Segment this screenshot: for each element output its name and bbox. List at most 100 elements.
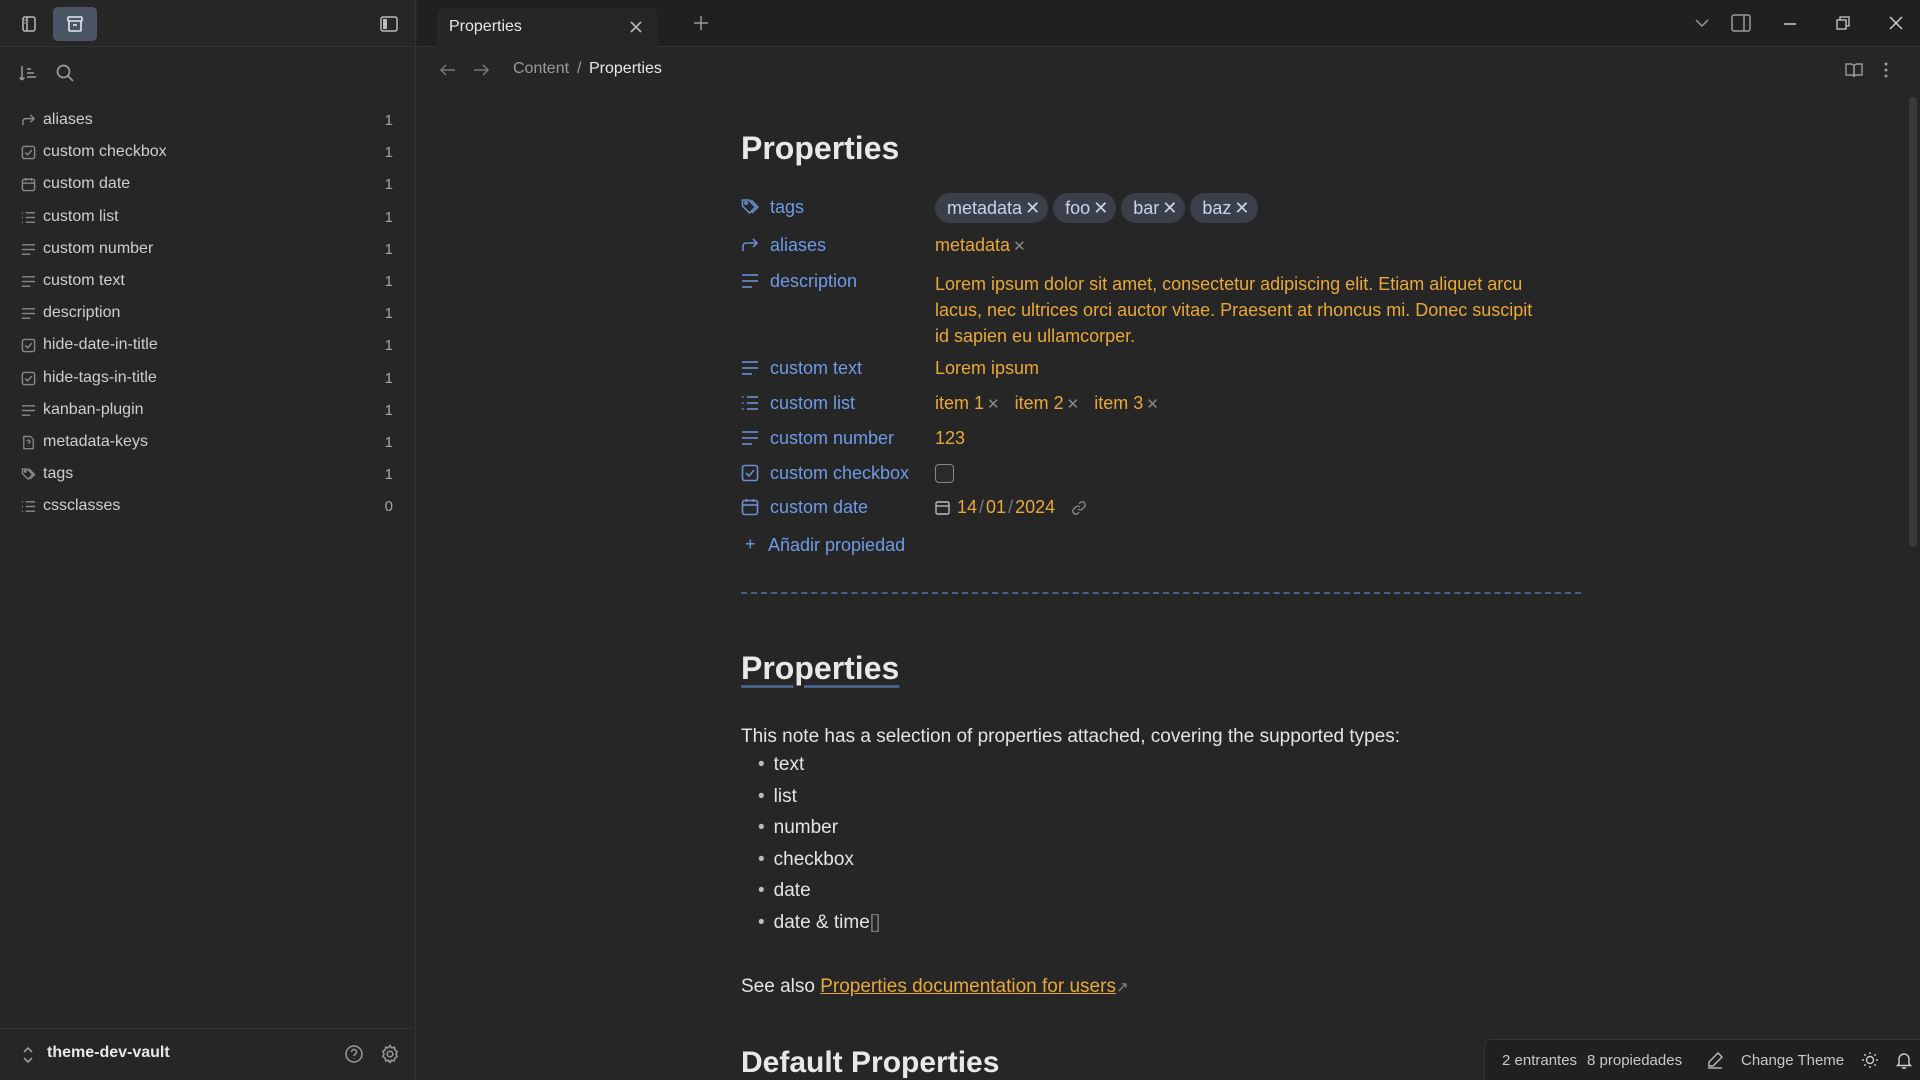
reading-view-book-icon[interactable] — [1844, 61, 1864, 79]
external-link-icon: ↗ — [1115, 979, 1129, 996]
tag-pill[interactable]: foo ✕ — [1053, 193, 1117, 223]
link-icon[interactable] — [1071, 500, 1087, 516]
back-arrow-icon[interactable] — [439, 62, 457, 78]
list-item-chip[interactable]: item 2 ✕ — [1015, 393, 1080, 413]
list-item: text — [758, 754, 880, 786]
tab-bar: Properties — [417, 0, 1920, 47]
sidebar-item-hide-tags-in-title[interactable]: hide-tags-in-title 1 — [0, 362, 416, 394]
close-window-icon[interactable] — [1888, 15, 1904, 31]
list-item-text: date & time — [773, 911, 870, 933]
close-tab-icon[interactable] — [628, 19, 644, 35]
property-key[interactable]: aliases — [770, 235, 826, 256]
date-day: 14 — [957, 497, 978, 517]
list-item-label: item 3 — [1094, 393, 1144, 413]
text-lines-icon — [21, 404, 36, 416]
edit-pencil-icon[interactable] — [1706, 1051, 1724, 1069]
text-lines-icon — [21, 243, 36, 255]
property-key[interactable]: custom text — [770, 358, 862, 379]
sidebar-item-custom-date[interactable]: custom date 1 — [0, 168, 416, 200]
archive-view-button[interactable] — [53, 7, 97, 41]
sidebar-item-custom-text[interactable]: custom text 1 — [0, 265, 416, 297]
files-view-button[interactable] — [7, 7, 51, 41]
custom-checkbox-input[interactable] — [935, 464, 954, 483]
remove-item-icon[interactable]: ✕ — [987, 396, 1000, 413]
sidebar-item-label: cssclasses — [43, 497, 121, 515]
sidebar-item-cssclasses[interactable]: cssclasses 0 — [0, 490, 416, 522]
description-value[interactable]: Lorem ipsum dolor sit amet, consectetur … — [935, 271, 1575, 349]
properties-count: 8 propiedades — [1587, 1052, 1683, 1069]
property-key[interactable]: tags — [770, 197, 804, 218]
property-key[interactable]: custom checkbox — [770, 463, 909, 484]
tags-icon — [741, 199, 759, 215]
sidebar-item-aliases[interactable]: aliases 1 — [0, 104, 416, 136]
custom-text-value[interactable]: Lorem ipsum — [935, 358, 1039, 379]
vault-switcher-icon[interactable] — [20, 1046, 36, 1064]
remove-item-icon[interactable]: ✕ — [1067, 396, 1080, 413]
more-options-icon[interactable] — [1882, 61, 1890, 79]
sidebar-item-custom-number[interactable]: custom number 1 — [0, 233, 416, 265]
status-bar: 2 entrantes 8 propiedades Change Theme — [1484, 1039, 1920, 1080]
right-sidebar-toggle-icon[interactable] — [1730, 13, 1752, 33]
footnote-marker[interactable]: [] — [870, 912, 881, 933]
breadcrumb-parent[interactable]: Content — [513, 60, 569, 78]
sidebar-item-custom-checkbox[interactable]: custom checkbox 1 — [0, 136, 416, 168]
custom-date-value[interactable]: 14/01/2024 — [935, 497, 1087, 518]
search-icon[interactable] — [55, 63, 75, 83]
tag-label: foo — [1065, 198, 1091, 218]
settings-gear-icon[interactable] — [380, 1044, 400, 1064]
plus-icon: + — [745, 534, 756, 554]
sidebar-item-metadata-keys[interactable]: metadata-keys 1 — [0, 426, 416, 458]
remove-tag-icon[interactable]: ✕ — [1162, 198, 1177, 218]
sidebar-toolbar — [0, 57, 416, 89]
page-title: Properties — [741, 130, 900, 166]
bell-icon[interactable] — [1895, 1051, 1913, 1069]
list-item: number — [758, 817, 880, 849]
list-item-chip[interactable]: item 3 ✕ — [1094, 393, 1159, 413]
sidebar-item-kanban-plugin[interactable]: kanban-plugin 1 — [0, 394, 416, 426]
heading-default-properties: Default Properties — [741, 1046, 1000, 1079]
restore-window-icon[interactable] — [1835, 15, 1851, 31]
tab-list-chevron-icon[interactable] — [1694, 16, 1710, 30]
tab-properties[interactable]: Properties — [437, 8, 658, 47]
property-key[interactable]: description — [770, 271, 857, 292]
tag-pill[interactable]: bar ✕ — [1121, 193, 1186, 223]
vault-name[interactable]: theme-dev-vault — [47, 1044, 170, 1062]
minimize-window-icon[interactable] — [1782, 16, 1798, 32]
property-key[interactable]: custom list — [770, 393, 855, 414]
tag-pill[interactable]: baz ✕ — [1190, 193, 1258, 223]
new-tab-icon[interactable] — [693, 15, 709, 31]
documentation-link[interactable]: Properties documentation for users — [820, 976, 1116, 997]
sidebar-item-tags[interactable]: tags 1 — [0, 458, 416, 490]
scrollbar[interactable] — [1909, 97, 1917, 547]
change-theme-button[interactable]: Change Theme — [1741, 1052, 1844, 1069]
sidebar-toggle-icon — [380, 16, 398, 32]
forward-arrow-icon[interactable] — [472, 62, 490, 78]
property-key[interactable]: custom number — [770, 428, 894, 449]
sidebar-footer: theme-dev-vault — [0, 1028, 416, 1080]
remove-item-icon[interactable]: ✕ — [1146, 396, 1159, 413]
property-key[interactable]: custom date — [770, 497, 868, 518]
sidebar-item-count: 1 — [384, 208, 393, 226]
remove-tag-icon[interactable]: ✕ — [1234, 198, 1249, 218]
sort-icon[interactable] — [18, 63, 38, 83]
sidebar-item-custom-list[interactable]: custom list 1 — [0, 201, 416, 233]
sun-icon[interactable] — [1861, 1051, 1879, 1069]
help-icon[interactable] — [344, 1044, 364, 1064]
alias-value[interactable]: metadata ✕ — [935, 235, 1026, 256]
add-property-label: Añadir propiedad — [768, 535, 906, 555]
date-picker-icon[interactable] — [935, 500, 950, 515]
list-item-chip[interactable]: item 1 ✕ — [935, 393, 1000, 413]
custom-number-value[interactable]: 123 — [935, 428, 965, 449]
remove-alias-icon[interactable]: ✕ — [1013, 238, 1026, 255]
sidebar-item-description[interactable]: description 1 — [0, 297, 416, 329]
date-separator: / — [1008, 497, 1014, 517]
sidebar-item-count: 1 — [384, 305, 393, 323]
breadcrumb-current[interactable]: Properties — [589, 60, 662, 78]
collapse-sidebar-button[interactable] — [367, 7, 411, 41]
list-item-text: list — [773, 785, 797, 807]
remove-tag-icon[interactable]: ✕ — [1025, 198, 1040, 218]
list-icon — [742, 396, 758, 410]
remove-tag-icon[interactable]: ✕ — [1093, 198, 1108, 218]
sidebar-item-hide-date-in-title[interactable]: hide-date-in-title 1 — [0, 329, 416, 361]
tag-pill[interactable]: metadata ✕ — [935, 193, 1049, 223]
